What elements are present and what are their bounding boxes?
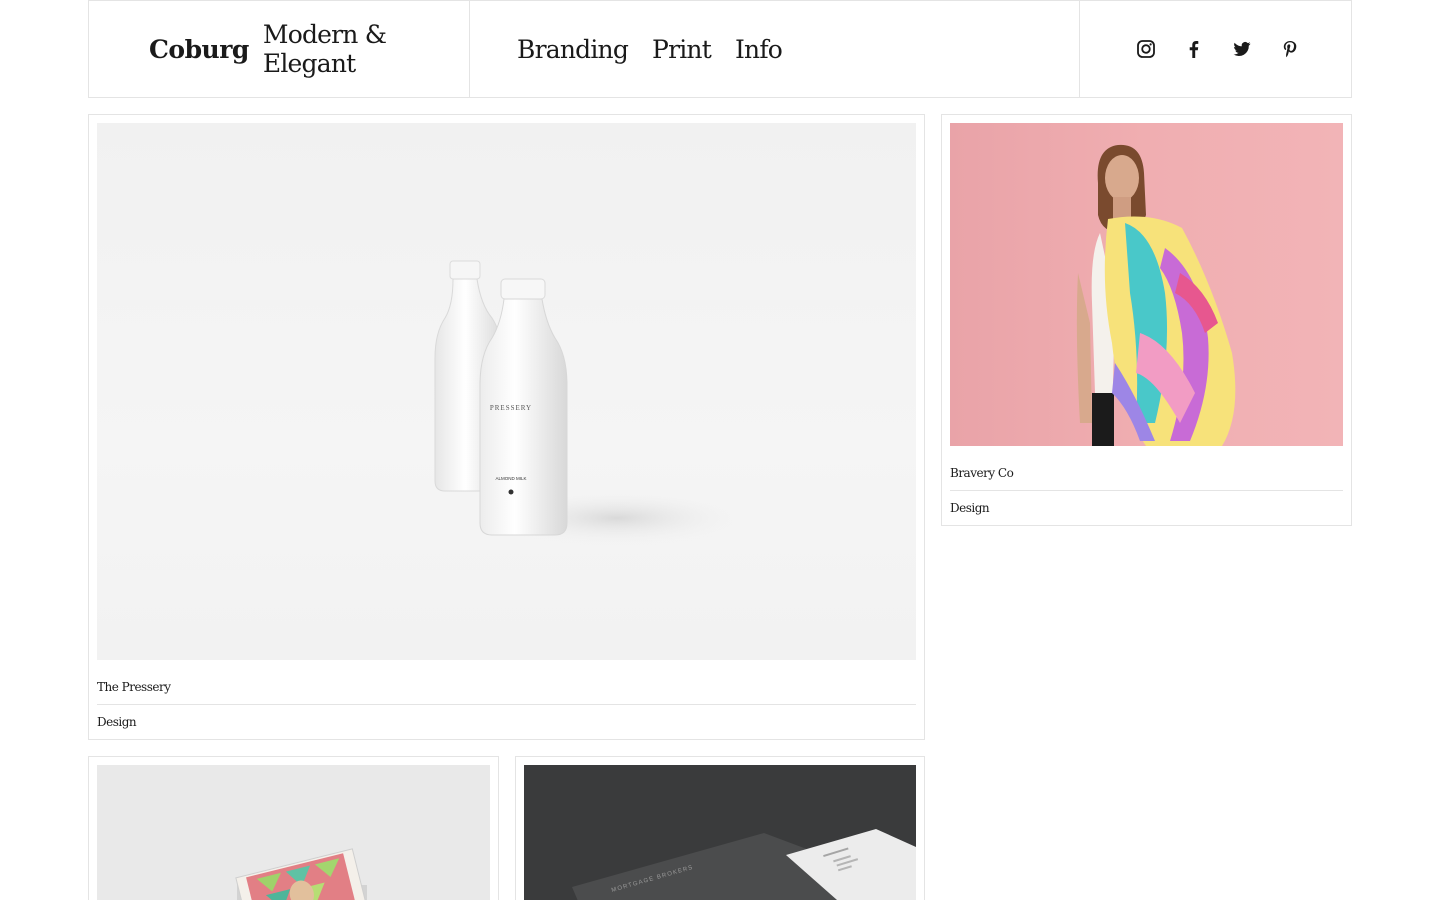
project-image-bravery-co[interactable] bbox=[950, 123, 1343, 446]
bottle-label-brand: PRESSERY bbox=[490, 404, 532, 412]
brand: Coburg Modern & Elegant bbox=[89, 1, 470, 97]
site-header: Coburg Modern & Elegant Branding Print I… bbox=[88, 0, 1352, 98]
social-links bbox=[1080, 1, 1351, 97]
project-image-pressery[interactable]: PRESSERY ALMOND MILK bbox=[97, 123, 916, 660]
nav-link-info[interactable]: Info bbox=[735, 35, 783, 64]
main-nav: Branding Print Info bbox=[470, 1, 1080, 97]
instagram-icon[interactable] bbox=[1136, 40, 1155, 58]
nav-link-print[interactable]: Print bbox=[652, 35, 712, 64]
facebook-icon[interactable] bbox=[1185, 40, 1203, 58]
nav-link-branding[interactable]: Branding bbox=[517, 35, 629, 64]
brand-tagline: Modern & Elegant bbox=[262, 20, 387, 78]
divider bbox=[97, 704, 916, 705]
magazine-stack-illustration bbox=[235, 848, 368, 900]
project-title[interactable]: The Pressery bbox=[97, 680, 171, 694]
brand-name[interactable]: Coburg bbox=[149, 35, 249, 64]
project-category[interactable]: Design bbox=[97, 715, 137, 729]
project-title[interactable]: Bravery Co bbox=[950, 466, 1014, 480]
project-card-bravery-co[interactable]: Bravery Co Design bbox=[941, 114, 1352, 526]
pinterest-icon[interactable] bbox=[1281, 40, 1299, 58]
project-card-magazine[interactable] bbox=[88, 756, 499, 900]
twitter-icon[interactable] bbox=[1233, 40, 1251, 58]
project-card-pressery[interactable]: PRESSERY ALMOND MILK The Pressery Design bbox=[88, 114, 925, 740]
bravery-model-illustration bbox=[1076, 144, 1236, 446]
project-card-stationery[interactable]: MORTGAGE BROKERS bbox=[515, 756, 925, 900]
bottle-label-product: ALMOND MILK bbox=[495, 476, 526, 481]
divider bbox=[950, 490, 1343, 491]
project-image-magazine[interactable] bbox=[97, 765, 490, 900]
pressery-bottles-illustration: PRESSERY ALMOND MILK bbox=[434, 260, 747, 546]
project-category[interactable]: Design bbox=[950, 501, 990, 515]
project-image-stationery[interactable]: MORTGAGE BROKERS bbox=[524, 765, 916, 900]
stationery-illustration: MORTGAGE BROKERS bbox=[572, 829, 916, 900]
